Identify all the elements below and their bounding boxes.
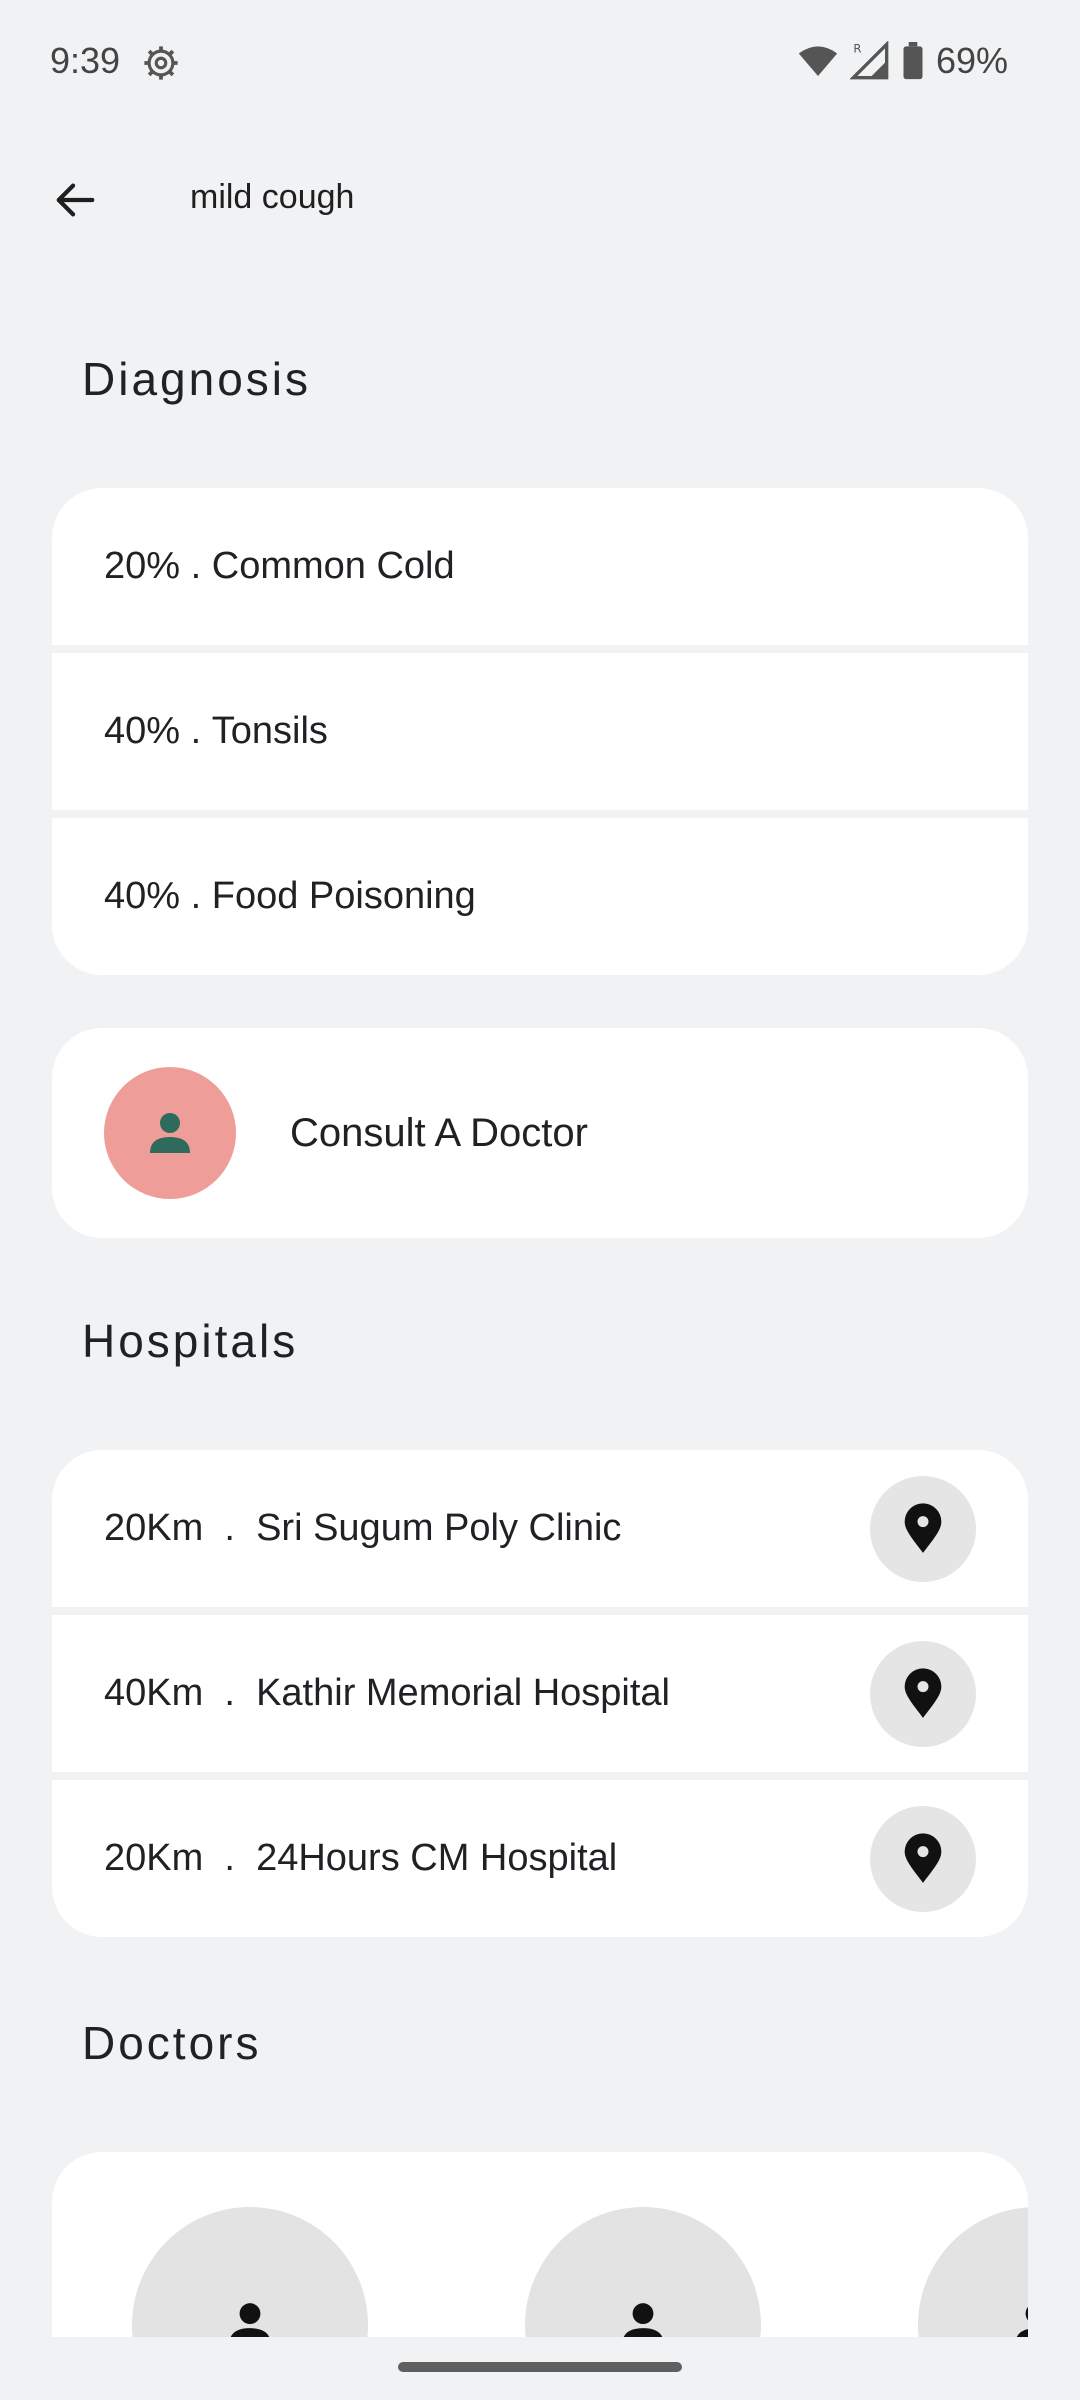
hospital-item[interactable]: 40Km . Kathir Memorial Hospital: [52, 1615, 1028, 1772]
hospital-distance: 20Km: [104, 1507, 204, 1549]
diagnosis-percent: 20%: [104, 545, 181, 587]
location-pin-icon: [904, 1503, 942, 1553]
hospital-name: Kathir Memorial Hospital: [256, 1672, 670, 1714]
hospital-name: 24Hours CM Hospital: [256, 1837, 618, 1879]
diagnosis-name: Food Poisoning: [211, 875, 476, 917]
search-query[interactable]: mild cough: [190, 178, 354, 217]
doctors-title: Doctors: [82, 2017, 262, 2069]
battery-percent: 69%: [935, 40, 1008, 81]
signal-icon: R: [849, 41, 889, 80]
person-icon: [623, 2303, 663, 2337]
hospital-location-button[interactable]: [870, 1806, 976, 1912]
svg-text:R: R: [853, 42, 861, 56]
status-time: 9:39: [50, 40, 121, 81]
doctors-carousel[interactable]: [52, 2152, 1028, 2337]
hospital-location-button[interactable]: [870, 1476, 976, 1582]
diagnosis-percent: 40%: [104, 875, 181, 917]
consult-doctor-label: Consult A Doctor: [290, 1110, 588, 1155]
person-icon: [150, 1113, 190, 1153]
person-icon: [1016, 2306, 1028, 2337]
consult-avatar: [104, 1067, 236, 1199]
hospital-name: Sri Sugum Poly Clinic: [256, 1507, 622, 1549]
diagnosis-item[interactable]: 40% . Tonsils: [52, 653, 1028, 810]
doctor-avatar[interactable]: [525, 2207, 761, 2337]
hospital-item[interactable]: 20Km . Sri Sugum Poly Clinic: [52, 1450, 1028, 1607]
diagnosis-percent: 40%: [104, 710, 181, 752]
status-icons: R 69%: [798, 40, 1008, 82]
hospital-location-button[interactable]: [870, 1641, 976, 1747]
back-button[interactable]: [40, 165, 110, 235]
diagnosis-item[interactable]: 40% . Food Poisoning: [52, 818, 1028, 975]
hospitals-title: Hospitals: [82, 1315, 299, 1367]
wifi-icon: [798, 46, 838, 76]
arrow-back-icon: [56, 183, 95, 217]
status-bar: 9:39 R 69%: [0, 0, 1080, 130]
hospitals-list: 20Km . Sri Sugum Poly Clinic 40Km . Kath…: [52, 1450, 1028, 1937]
location-pin-icon: [904, 1668, 942, 1718]
hospital-item[interactable]: 20Km . 24Hours CM Hospital: [52, 1780, 1028, 1937]
person-icon: [230, 2303, 270, 2337]
screen: 9:39 R 69% mild cough Diagnosis 20% . Co…: [0, 0, 1080, 2400]
battery-icon: [903, 42, 923, 80]
doctor-avatar[interactable]: [132, 2207, 368, 2337]
consult-doctor-card[interactable]: Consult A Doctor: [52, 1028, 1028, 1238]
diagnosis-item[interactable]: 20% . Common Cold: [52, 488, 1028, 645]
diagnosis-title: Diagnosis: [82, 353, 311, 405]
settings-gear-icon: [144, 46, 178, 80]
diagnosis-name: Tonsils: [211, 710, 328, 752]
diagnosis-list: 20% . Common Cold 40% . Tonsils 40% . Fo…: [52, 488, 1028, 975]
home-indicator[interactable]: [398, 2362, 682, 2372]
hospital-distance: 40Km: [104, 1672, 204, 1714]
diagnosis-name: Common Cold: [211, 545, 455, 587]
hospital-distance: 20Km: [104, 1837, 204, 1879]
location-pin-icon: [904, 1833, 942, 1883]
doctor-avatar[interactable]: [918, 2207, 1028, 2337]
